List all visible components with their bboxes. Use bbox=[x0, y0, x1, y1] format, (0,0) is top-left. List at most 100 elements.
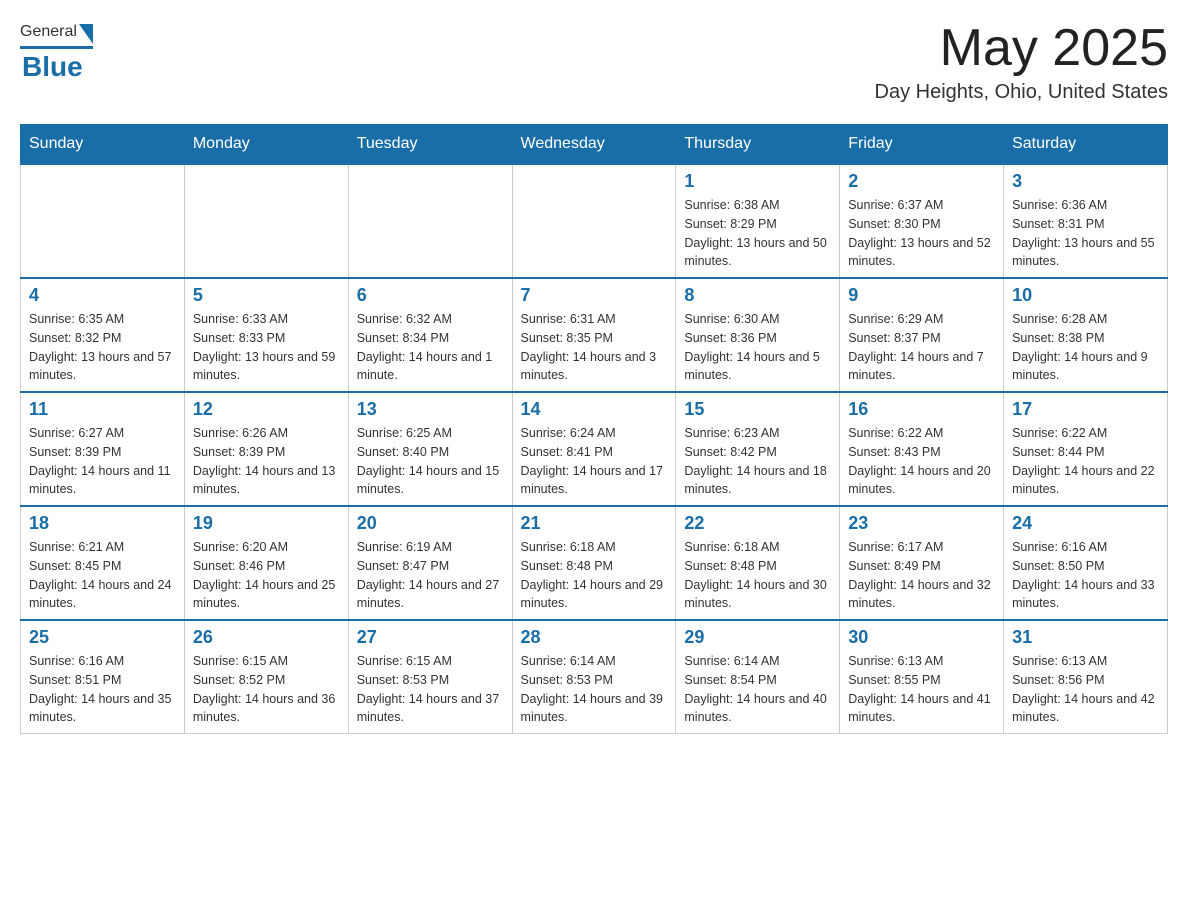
day-number: 16 bbox=[848, 399, 995, 420]
column-header-thursday: Thursday bbox=[676, 125, 840, 165]
day-number: 26 bbox=[193, 627, 340, 648]
calendar-table: SundayMondayTuesdayWednesdayThursdayFrid… bbox=[20, 124, 1168, 734]
calendar-week-row: 1 Sunrise: 6:38 AM Sunset: 8:29 PM Daylig… bbox=[21, 164, 1168, 278]
calendar-cell: 2 Sunrise: 6:37 AM Sunset: 8:30 PM Daylig… bbox=[840, 164, 1004, 278]
calendar-cell bbox=[184, 164, 348, 278]
calendar-cell: 19 Sunrise: 6:20 AM Sunset: 8:46 PM Dayli… bbox=[184, 506, 348, 620]
day-info: Sunrise: 6:20 AM Sunset: 8:46 PM Dayligh… bbox=[193, 538, 340, 613]
month-year-title: May 2025 bbox=[875, 20, 1168, 77]
day-number: 20 bbox=[357, 513, 504, 534]
day-number: 1 bbox=[684, 171, 831, 192]
day-info: Sunrise: 6:28 AM Sunset: 8:38 PM Dayligh… bbox=[1012, 310, 1159, 385]
day-info: Sunrise: 6:22 AM Sunset: 8:43 PM Dayligh… bbox=[848, 424, 995, 499]
calendar-cell bbox=[21, 164, 185, 278]
day-info: Sunrise: 6:38 AM Sunset: 8:29 PM Dayligh… bbox=[684, 196, 831, 271]
calendar-cell: 17 Sunrise: 6:22 AM Sunset: 8:44 PM Dayli… bbox=[1004, 392, 1168, 506]
day-info: Sunrise: 6:18 AM Sunset: 8:48 PM Dayligh… bbox=[521, 538, 668, 613]
day-info: Sunrise: 6:22 AM Sunset: 8:44 PM Dayligh… bbox=[1012, 424, 1159, 499]
day-number: 11 bbox=[29, 399, 176, 420]
day-info: Sunrise: 6:30 AM Sunset: 8:36 PM Dayligh… bbox=[684, 310, 831, 385]
day-number: 5 bbox=[193, 285, 340, 306]
calendar-cell: 28 Sunrise: 6:14 AM Sunset: 8:53 PM Dayli… bbox=[512, 620, 676, 734]
calendar-cell: 23 Sunrise: 6:17 AM Sunset: 8:49 PM Dayli… bbox=[840, 506, 1004, 620]
day-number: 8 bbox=[684, 285, 831, 306]
calendar-cell: 6 Sunrise: 6:32 AM Sunset: 8:34 PM Daylig… bbox=[348, 278, 512, 392]
logo-divider bbox=[20, 46, 93, 49]
calendar-week-row: 18Sunrise: 6:21 AM Sunset: 8:45 PM Dayli… bbox=[21, 506, 1168, 620]
day-number: 28 bbox=[521, 627, 668, 648]
calendar-week-row: 4 Sunrise: 6:35 AM Sunset: 8:32 PM Daylig… bbox=[21, 278, 1168, 392]
calendar-cell: 8 Sunrise: 6:30 AM Sunset: 8:36 PM Daylig… bbox=[676, 278, 840, 392]
day-info: Sunrise: 6:18 AM Sunset: 8:48 PM Dayligh… bbox=[684, 538, 831, 613]
column-header-sunday: Sunday bbox=[21, 125, 185, 165]
calendar-cell: 5Sunrise: 6:33 AM Sunset: 8:33 PM Daylig… bbox=[184, 278, 348, 392]
calendar-cell: 30 Sunrise: 6:13 AM Sunset: 8:55 PM Dayli… bbox=[840, 620, 1004, 734]
day-info: Sunrise: 6:14 AM Sunset: 8:53 PM Dayligh… bbox=[521, 652, 668, 727]
calendar-cell: 18Sunrise: 6:21 AM Sunset: 8:45 PM Dayli… bbox=[21, 506, 185, 620]
day-number: 17 bbox=[1012, 399, 1159, 420]
day-info: Sunrise: 6:13 AM Sunset: 8:55 PM Dayligh… bbox=[848, 652, 995, 727]
day-info: Sunrise: 6:26 AM Sunset: 8:39 PM Dayligh… bbox=[193, 424, 340, 499]
calendar-cell: 24Sunrise: 6:16 AM Sunset: 8:50 PM Dayli… bbox=[1004, 506, 1168, 620]
day-info: Sunrise: 6:16 AM Sunset: 8:50 PM Dayligh… bbox=[1012, 538, 1159, 613]
calendar-cell: 25Sunrise: 6:16 AM Sunset: 8:51 PM Dayli… bbox=[21, 620, 185, 734]
day-number: 27 bbox=[357, 627, 504, 648]
calendar-cell: 3Sunrise: 6:36 AM Sunset: 8:31 PM Daylig… bbox=[1004, 164, 1168, 278]
day-number: 3 bbox=[1012, 171, 1159, 192]
day-number: 31 bbox=[1012, 627, 1159, 648]
day-number: 9 bbox=[848, 285, 995, 306]
location-subtitle: Day Heights, Ohio, United States bbox=[875, 81, 1168, 104]
calendar-cell: 15Sunrise: 6:23 AM Sunset: 8:42 PM Dayli… bbox=[676, 392, 840, 506]
calendar-cell: 11 Sunrise: 6:27 AM Sunset: 8:39 PM Dayli… bbox=[21, 392, 185, 506]
calendar-cell: 10Sunrise: 6:28 AM Sunset: 8:38 PM Dayli… bbox=[1004, 278, 1168, 392]
day-info: Sunrise: 6:16 AM Sunset: 8:51 PM Dayligh… bbox=[29, 652, 176, 727]
day-info: Sunrise: 6:15 AM Sunset: 8:52 PM Dayligh… bbox=[193, 652, 340, 727]
column-header-monday: Monday bbox=[184, 125, 348, 165]
calendar-cell: 31 Sunrise: 6:13 AM Sunset: 8:56 PM Dayli… bbox=[1004, 620, 1168, 734]
calendar-cell: 1 Sunrise: 6:38 AM Sunset: 8:29 PM Daylig… bbox=[676, 164, 840, 278]
day-number: 6 bbox=[357, 285, 504, 306]
day-info: Sunrise: 6:14 AM Sunset: 8:54 PM Dayligh… bbox=[684, 652, 831, 727]
logo-arrow-icon bbox=[79, 24, 93, 44]
day-number: 7 bbox=[521, 285, 668, 306]
day-number: 29 bbox=[684, 627, 831, 648]
logo-general-text: General bbox=[20, 23, 77, 41]
day-number: 4 bbox=[29, 285, 176, 306]
day-number: 30 bbox=[848, 627, 995, 648]
column-header-friday: Friday bbox=[840, 125, 1004, 165]
column-header-wednesday: Wednesday bbox=[512, 125, 676, 165]
day-number: 14 bbox=[521, 399, 668, 420]
day-number: 13 bbox=[357, 399, 504, 420]
calendar-cell: 26 Sunrise: 6:15 AM Sunset: 8:52 PM Dayli… bbox=[184, 620, 348, 734]
logo: General Blue bbox=[20, 20, 93, 83]
day-number: 19 bbox=[193, 513, 340, 534]
day-info: Sunrise: 6:37 AM Sunset: 8:30 PM Dayligh… bbox=[848, 196, 995, 271]
day-number: 21 bbox=[521, 513, 668, 534]
calendar-cell: 13Sunrise: 6:25 AM Sunset: 8:40 PM Dayli… bbox=[348, 392, 512, 506]
day-info: Sunrise: 6:17 AM Sunset: 8:49 PM Dayligh… bbox=[848, 538, 995, 613]
day-number: 22 bbox=[684, 513, 831, 534]
day-info: Sunrise: 6:27 AM Sunset: 8:39 PM Dayligh… bbox=[29, 424, 176, 499]
calendar-cell: 12Sunrise: 6:26 AM Sunset: 8:39 PM Dayli… bbox=[184, 392, 348, 506]
column-header-saturday: Saturday bbox=[1004, 125, 1168, 165]
day-number: 23 bbox=[848, 513, 995, 534]
calendar-cell bbox=[512, 164, 676, 278]
calendar-cell: 21 Sunrise: 6:18 AM Sunset: 8:48 PM Dayli… bbox=[512, 506, 676, 620]
day-number: 2 bbox=[848, 171, 995, 192]
day-number: 18 bbox=[29, 513, 176, 534]
calendar-cell: 7Sunrise: 6:31 AM Sunset: 8:35 PM Daylig… bbox=[512, 278, 676, 392]
calendar-week-row: 11 Sunrise: 6:27 AM Sunset: 8:39 PM Dayli… bbox=[21, 392, 1168, 506]
day-info: Sunrise: 6:29 AM Sunset: 8:37 PM Dayligh… bbox=[848, 310, 995, 385]
day-info: Sunrise: 6:13 AM Sunset: 8:56 PM Dayligh… bbox=[1012, 652, 1159, 727]
day-info: Sunrise: 6:32 AM Sunset: 8:34 PM Dayligh… bbox=[357, 310, 504, 385]
logo-blue-text: Blue bbox=[22, 51, 83, 83]
page-header: General Blue May 2025 Day Heights, Ohio,… bbox=[20, 20, 1168, 104]
day-info: Sunrise: 6:19 AM Sunset: 8:47 PM Dayligh… bbox=[357, 538, 504, 613]
calendar-cell: 22 Sunrise: 6:18 AM Sunset: 8:48 PM Dayli… bbox=[676, 506, 840, 620]
calendar-header-row: SundayMondayTuesdayWednesdayThursdayFrid… bbox=[21, 125, 1168, 165]
calendar-cell: 27Sunrise: 6:15 AM Sunset: 8:53 PM Dayli… bbox=[348, 620, 512, 734]
calendar-week-row: 25Sunrise: 6:16 AM Sunset: 8:51 PM Dayli… bbox=[21, 620, 1168, 734]
calendar-cell: 9 Sunrise: 6:29 AM Sunset: 8:37 PM Daylig… bbox=[840, 278, 1004, 392]
calendar-cell bbox=[348, 164, 512, 278]
day-info: Sunrise: 6:35 AM Sunset: 8:32 PM Dayligh… bbox=[29, 310, 176, 385]
